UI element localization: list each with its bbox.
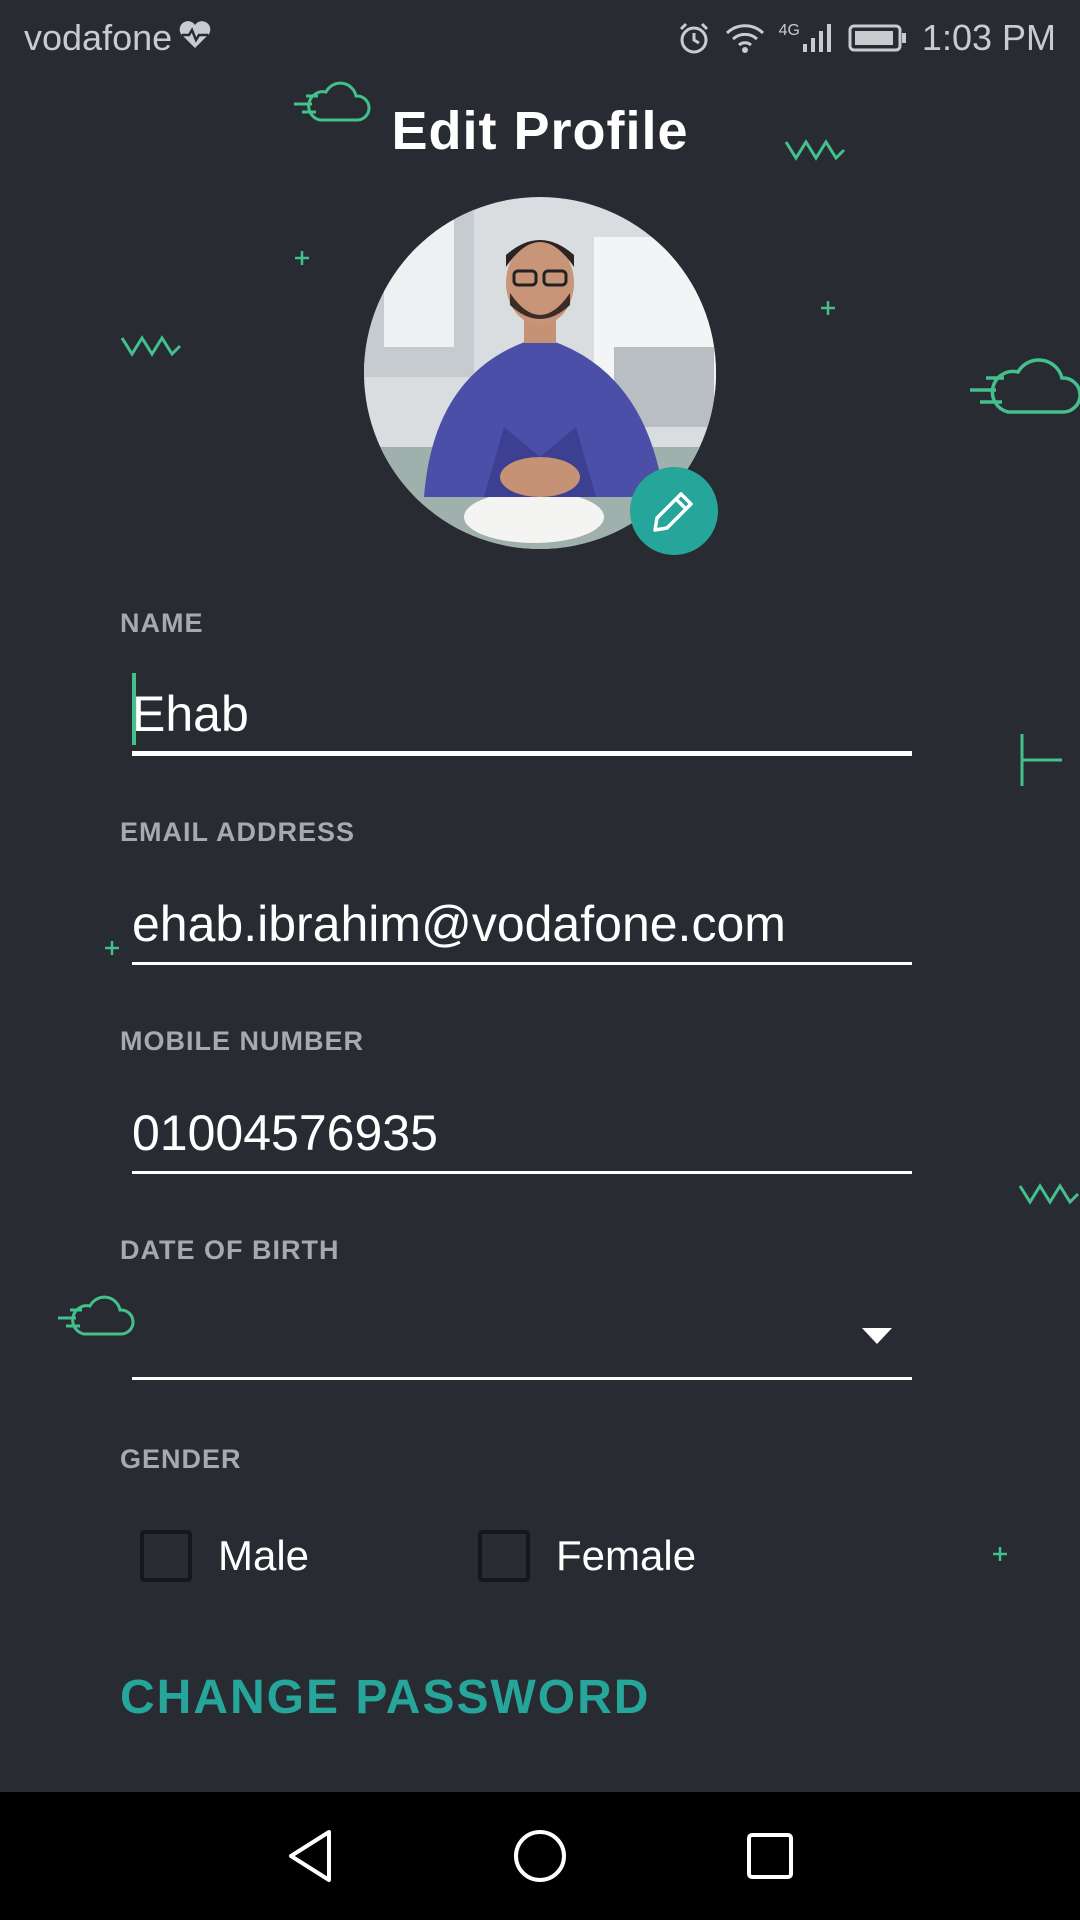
male-label: Male [218, 1532, 310, 1579]
cloud-doodle-icon [970, 358, 1080, 414]
female-label: Female [556, 1532, 697, 1579]
avatar-container [364, 197, 718, 555]
female-checkbox[interactable] [478, 1530, 530, 1582]
male-checkbox[interactable] [140, 1530, 192, 1582]
email-field[interactable] [132, 885, 912, 965]
mobile-label: MOBILE NUMBER [120, 1026, 364, 1056]
dropdown-arrow-icon [862, 1328, 892, 1344]
bracket-doodle-icon [1020, 734, 1062, 786]
system-nav-bar [0, 1792, 1080, 1920]
heart-pulse-icon [178, 17, 212, 59]
status-right: 4G 1:03 PM [677, 17, 1056, 59]
plus-doodle-icon [993, 1547, 1007, 1561]
name-field[interactable] [132, 676, 912, 756]
plus-doodle-icon [821, 301, 835, 315]
page-title: Edit Profile [391, 101, 689, 161]
text-caret [132, 673, 136, 745]
plus-doodle-icon [295, 251, 309, 265]
mobile-field[interactable] [132, 1094, 912, 1174]
carrier-name: vodafone [24, 17, 173, 58]
name-label: NAME [120, 608, 204, 638]
zigzag-doodle-icon [120, 335, 182, 357]
clock-time: 1:03 PM [921, 17, 1056, 58]
home-icon [514, 1830, 566, 1882]
dob-dropdown[interactable] [132, 1298, 912, 1380]
wifi-icon [725, 22, 765, 54]
zigzag-doodle-icon [1018, 1183, 1080, 1205]
cloud-doodle-icon [58, 1295, 135, 1336]
network-type: 4G [778, 22, 800, 39]
gender-option-male[interactable]: Male [140, 1530, 309, 1582]
battery-icon [848, 23, 908, 53]
change-password-button[interactable]: CHANGE PASSWORD [120, 1670, 650, 1725]
plus-doodle-icon [105, 941, 119, 955]
gender-label: GENDER [120, 1444, 242, 1474]
back-icon [289, 1830, 331, 1882]
home-button[interactable] [500, 1816, 580, 1896]
gender-option-female[interactable]: Female [478, 1530, 696, 1582]
recents-button[interactable] [730, 1816, 810, 1896]
edit-photo-button[interactable] [630, 467, 718, 555]
recents-icon [747, 1833, 793, 1879]
status-bar: vodafone 4G 1:03 PM [0, 0, 1080, 76]
email-label: EMAIL ADDRESS [120, 817, 356, 847]
back-button[interactable] [270, 1816, 350, 1896]
pencil-icon [653, 492, 693, 532]
status-left: vodafone [24, 17, 212, 59]
signal-icon: 4G [779, 22, 834, 54]
dob-label: DATE OF BIRTH [120, 1235, 340, 1265]
alarm-icon [677, 21, 711, 55]
